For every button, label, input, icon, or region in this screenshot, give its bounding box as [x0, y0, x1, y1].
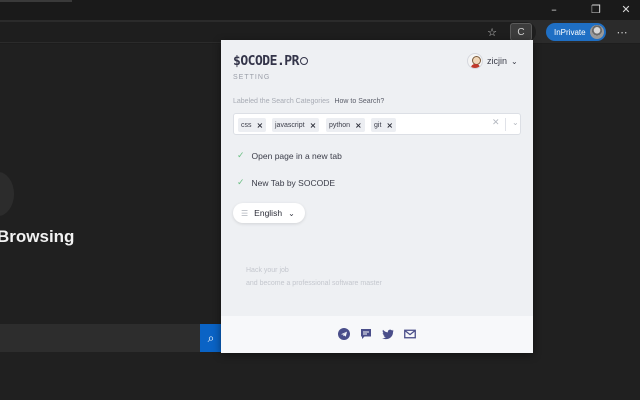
clear-x-icon[interactable]: ✕: [492, 118, 500, 128]
favorite-star-icon[interactable]: ☆: [484, 24, 500, 40]
tag-chip: css ×: [238, 118, 267, 132]
restore-icon[interactable]: ❐: [582, 0, 610, 18]
search-icon: ⌕: [207, 330, 215, 345]
remove-tag-icon[interactable]: ×: [355, 121, 362, 130]
user-avatar-icon: [467, 53, 483, 69]
popup-footer: [221, 316, 533, 353]
option-label: New Tab by SOCODE: [251, 178, 336, 188]
option-open-new-tab[interactable]: ✓ Open page in a new tab: [237, 151, 342, 161]
remove-tag-icon[interactable]: ×: [386, 121, 393, 130]
tab[interactable]: [0, 0, 72, 2]
profile-avatar-icon: [590, 25, 604, 39]
how-to-search-link[interactable]: How to Search?: [334, 98, 384, 105]
chevron-down-icon: ⌄: [511, 56, 518, 66]
quote-line-2: and become a professional software maste…: [246, 280, 382, 287]
divider: [505, 118, 506, 131]
tag-chip: git ×: [371, 118, 397, 132]
check-icon: ✓: [237, 151, 245, 161]
extension-popup: $OCODE.PR SETTING zicjin ⌄ Labeled the S…: [221, 40, 533, 353]
chat-icon[interactable]: [360, 328, 372, 340]
ring-o-icon: [299, 57, 308, 65]
language-icon: ☰: [241, 208, 249, 218]
brand-logo[interactable]: $OCODE.PR: [233, 54, 308, 69]
more-menu-icon[interactable]: ⋯: [614, 24, 630, 40]
search-input[interactable]: [0, 324, 200, 352]
close-icon[interactable]: ✕: [612, 0, 640, 18]
inprivate-badge[interactable]: InPrivate: [546, 23, 606, 41]
category-tag-input[interactable]: css × javascript × python × git × ✕ ⌄: [233, 113, 521, 135]
twitter-icon[interactable]: [382, 328, 394, 340]
page-heading: Browsing: [0, 227, 75, 246]
minimize-icon[interactable]: –: [540, 0, 568, 18]
language-select[interactable]: ☰ English ⌄: [233, 203, 305, 223]
tag-chip: python ×: [326, 118, 365, 132]
search-button[interactable]: ⌕: [200, 324, 222, 352]
address-bar[interactable]: [0, 22, 536, 42]
section-label: SETTING: [233, 74, 271, 81]
tab-strip: – ❐ ✕: [0, 0, 640, 20]
option-label: Open page in a new tab: [251, 151, 342, 161]
tag-chip: javascript ×: [272, 118, 320, 132]
extension-button[interactable]: C: [510, 23, 532, 41]
chevron-down-icon[interactable]: ⌄: [512, 118, 519, 127]
user-name: zicjin: [487, 56, 508, 66]
language-value: English: [254, 208, 283, 218]
user-menu[interactable]: zicjin ⌄: [467, 53, 518, 69]
quote-line-1: Hack your job: [246, 267, 289, 274]
email-icon[interactable]: [404, 328, 416, 340]
remove-tag-icon[interactable]: ×: [257, 121, 264, 130]
inprivate-label: InPrivate: [554, 27, 586, 37]
option-new-tab-socode[interactable]: ✓ New Tab by SOCODE: [237, 178, 335, 188]
chevron-down-icon: ⌄: [288, 208, 295, 218]
check-icon: ✓: [237, 178, 245, 188]
remove-tag-icon[interactable]: ×: [310, 121, 317, 130]
categories-label-row: Labeled the Search Categories How to Sea…: [233, 98, 384, 105]
telegram-icon[interactable]: [338, 328, 350, 340]
categories-label: Labeled the Search Categories: [233, 98, 330, 105]
